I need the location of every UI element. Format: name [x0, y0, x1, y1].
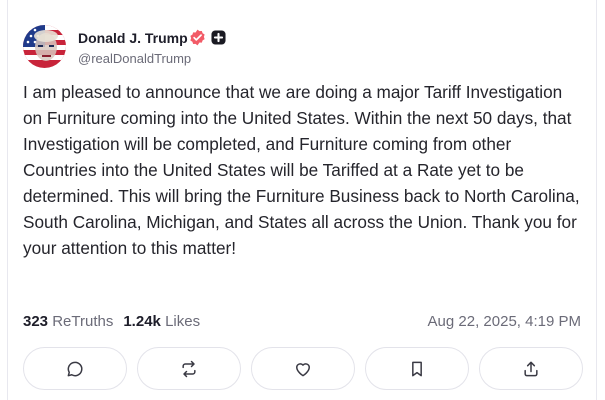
avatar[interactable]	[23, 25, 66, 68]
author-handle[interactable]: @realDonaldTrump	[78, 51, 191, 66]
retruth-icon	[182, 360, 196, 377]
post-text: I am pleased to announce that we are doi…	[23, 82, 580, 258]
likes-stat[interactable]: 1.24k Likes	[123, 313, 200, 330]
share-button[interactable]	[479, 347, 583, 390]
retruth-button[interactable]	[137, 347, 241, 390]
flag-portrait-avatar	[23, 25, 66, 68]
post-timestamp[interactable]: Aug 22, 2025, 4:19 PM	[428, 313, 581, 330]
verified-badge-icon	[190, 29, 205, 46]
likes-label: Likes	[165, 313, 201, 330]
share-icon	[524, 361, 538, 376]
retruths-count: 323	[23, 313, 49, 330]
reply-icon	[67, 361, 83, 376]
action-bar	[23, 347, 583, 392]
like-button[interactable]	[251, 347, 355, 390]
author-name[interactable]: Donald J. Trump	[78, 30, 188, 46]
post-stats: 323 ReTruths 1.24k Likes	[23, 313, 200, 330]
bookmark-icon	[412, 361, 422, 376]
plus-badge-icon	[211, 30, 226, 45]
like-icon	[296, 362, 310, 376]
likes-count: 1.24k	[123, 313, 161, 330]
retruths-stat[interactable]: 323 ReTruths	[23, 313, 113, 330]
reply-button[interactable]	[23, 347, 127, 390]
retruths-label: ReTruths	[52, 313, 114, 330]
bookmark-button[interactable]	[365, 347, 469, 390]
